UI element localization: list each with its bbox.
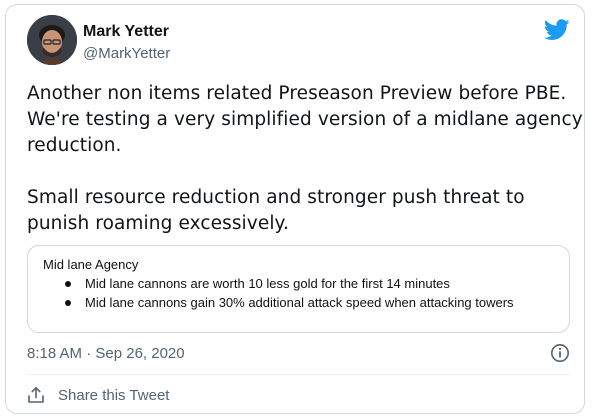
tweet-line: reduction. bbox=[27, 135, 122, 156]
image-title: Mid lane Agency bbox=[43, 257, 139, 272]
bullet-icon bbox=[65, 299, 71, 306]
twitter-bird-icon[interactable] bbox=[544, 19, 570, 41]
share-button[interactable]: Share this Tweet bbox=[27, 384, 169, 406]
avatar[interactable] bbox=[27, 15, 77, 65]
author-name[interactable]: Mark Yetter bbox=[83, 23, 169, 41]
tweet-line: Another non items related Preseason Prev… bbox=[27, 83, 567, 104]
bullet-text: Mid lane cannons are worth 10 less gold … bbox=[85, 276, 450, 291]
author-handle[interactable]: @MarkYetter bbox=[83, 45, 170, 62]
share-icon bbox=[28, 387, 44, 403]
bullet-item: Mid lane cannons gain 30% additional att… bbox=[65, 295, 514, 310]
tweet-card: Mark Yetter @MarkYetter Another non item… bbox=[5, 4, 585, 414]
bullet-item: Mid lane cannons are worth 10 less gold … bbox=[65, 276, 450, 291]
tweet-timestamp[interactable]: 8:18 AM · Sep 26, 2020 bbox=[27, 345, 185, 362]
info-icon[interactable] bbox=[550, 343, 570, 363]
tweet-text: Another non items related Preseason Prev… bbox=[27, 81, 583, 237]
divider bbox=[27, 374, 570, 375]
tweet-line: We're testing a very simplified version … bbox=[27, 109, 583, 130]
share-label: Share this Tweet bbox=[58, 386, 170, 404]
bullet-icon bbox=[65, 280, 71, 287]
tweet-line: punish roaming excessively. bbox=[27, 213, 289, 234]
bullet-text: Mid lane cannons gain 30% additional att… bbox=[85, 295, 514, 310]
attached-image[interactable]: Mid lane Agency Mid lane cannons are wor… bbox=[27, 245, 570, 333]
tweet-line: Small resource reduction and stronger pu… bbox=[27, 187, 525, 208]
avatar-image bbox=[27, 15, 77, 65]
